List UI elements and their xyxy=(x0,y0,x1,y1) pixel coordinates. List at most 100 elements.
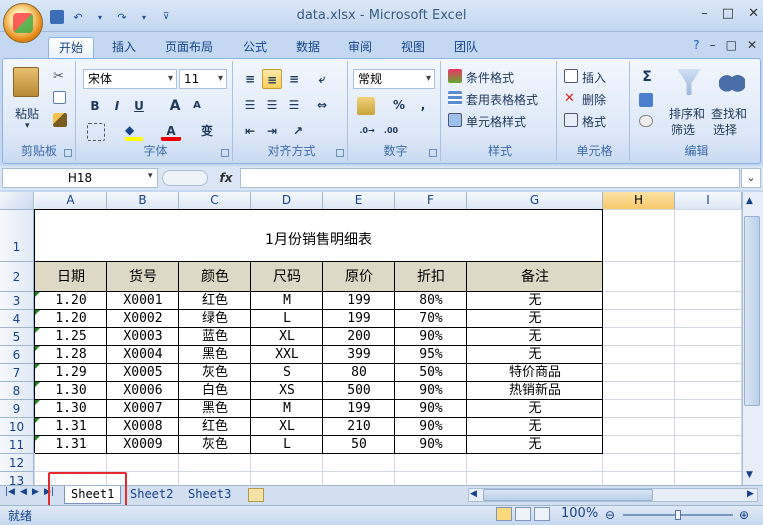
table-cell[interactable]: 1.29 xyxy=(35,364,107,382)
tab-review[interactable]: 审阅 xyxy=(338,37,382,58)
copy-icon[interactable] xyxy=(53,91,66,104)
row-header[interactable]: 4 xyxy=(0,310,34,328)
column-header[interactable]: H xyxy=(603,192,675,210)
sort-filter-button[interactable]: 排序和 xyxy=(669,105,705,122)
table-cell[interactable]: 90% xyxy=(395,400,467,418)
page-layout-view-button[interactable] xyxy=(515,507,531,521)
find-select-icon[interactable] xyxy=(719,69,745,93)
table-cell[interactable]: 无 xyxy=(467,436,603,454)
tab-home[interactable]: 开始 xyxy=(48,37,95,58)
table-cell[interactable]: 80% xyxy=(395,292,467,310)
insert-sheet-icon[interactable] xyxy=(248,488,264,502)
table-cell[interactable]: 50 xyxy=(323,436,395,454)
table-cell[interactable]: 1.30 xyxy=(35,400,107,418)
table-cell[interactable]: 90% xyxy=(395,418,467,436)
table-cell[interactable]: 灰色 xyxy=(179,364,251,382)
phonetic-button[interactable]: 变 xyxy=(197,121,217,141)
table-cell[interactable]: 1.20 xyxy=(35,310,107,328)
table-header-cell[interactable]: 颜色 xyxy=(179,262,251,292)
fill-icon[interactable] xyxy=(639,93,653,107)
format-as-table-button[interactable]: 套用表格格式 xyxy=(466,91,538,108)
italic-button[interactable]: I xyxy=(107,96,127,116)
name-box-dropdown-icon[interactable]: ▾ xyxy=(148,171,153,181)
row-header[interactable]: 10 xyxy=(0,418,34,436)
restore-workbook-button[interactable]: □ xyxy=(726,38,737,52)
comma-button[interactable]: , xyxy=(413,95,433,115)
table-cell[interactable]: 无 xyxy=(467,292,603,310)
format-as-table-icon[interactable] xyxy=(448,91,462,105)
prev-sheet-icon[interactable]: ◀ xyxy=(20,487,27,497)
table-cell[interactable]: 200 xyxy=(323,328,395,346)
cut-icon[interactable]: ✂ xyxy=(53,69,71,87)
row-header[interactable]: 3 xyxy=(0,292,34,310)
close-workbook-button[interactable]: ✕ xyxy=(747,38,757,52)
sheet-tab-sheet2[interactable]: Sheet2 xyxy=(124,486,179,504)
bold-button[interactable]: B xyxy=(85,96,105,116)
grow-font-button[interactable]: A xyxy=(165,96,185,116)
row-header[interactable]: 7 xyxy=(0,364,34,382)
table-cell[interactable]: 50% xyxy=(395,364,467,382)
table-cell[interactable]: X0005 xyxy=(107,364,179,382)
formula-input[interactable] xyxy=(240,168,740,188)
shrink-font-button[interactable]: A xyxy=(187,96,207,116)
table-header-cell[interactable]: 尺码 xyxy=(251,262,323,292)
cell-styles-icon[interactable] xyxy=(448,113,462,127)
table-cell[interactable]: X0004 xyxy=(107,346,179,364)
sort-filter-button-line2[interactable]: 筛选 xyxy=(671,121,695,138)
conditional-format-icon[interactable] xyxy=(448,69,462,83)
table-cell[interactable]: XL xyxy=(251,418,323,436)
insert-button[interactable]: 插入 xyxy=(582,69,606,86)
column-header[interactable]: A xyxy=(35,192,107,210)
tab-team[interactable]: 团队 xyxy=(444,37,488,58)
next-sheet-icon[interactable]: ▶ xyxy=(32,487,39,497)
first-sheet-icon[interactable]: |◀ xyxy=(5,487,15,497)
row-header[interactable]: 13 xyxy=(0,472,34,485)
formula-bar-resize-handle[interactable] xyxy=(162,170,208,186)
row-header[interactable]: 8 xyxy=(0,382,34,400)
row-header[interactable]: 12 xyxy=(0,454,34,472)
table-cell[interactable]: 红色 xyxy=(179,292,251,310)
scroll-up-icon[interactable]: ▲ xyxy=(746,196,753,206)
table-cell[interactable]: L xyxy=(251,310,323,328)
merge-center-icon[interactable]: ⇔ xyxy=(312,95,332,115)
orientation-icon[interactable]: ↗ xyxy=(288,121,308,141)
number-format-select[interactable]: 常规 xyxy=(353,69,435,89)
dialog-launcher-icon[interactable] xyxy=(221,149,229,157)
align-middle-icon[interactable]: ≡ xyxy=(262,69,282,89)
table-cell[interactable]: 无 xyxy=(467,328,603,346)
row-header[interactable]: 1 xyxy=(0,210,34,262)
increase-decimal-icon[interactable]: .0→ xyxy=(357,121,377,141)
table-cell[interactable]: 70% xyxy=(395,310,467,328)
tab-view[interactable]: 视图 xyxy=(391,37,435,58)
table-cell[interactable]: 199 xyxy=(323,292,395,310)
table-cell[interactable]: 95% xyxy=(395,346,467,364)
sort-filter-icon[interactable] xyxy=(677,69,701,95)
table-header-cell[interactable]: 备注 xyxy=(467,262,603,292)
table-cell[interactable]: 210 xyxy=(323,418,395,436)
conditional-format-button[interactable]: 条件格式 xyxy=(466,69,514,86)
dialog-launcher-icon[interactable] xyxy=(336,149,344,157)
scroll-down-icon[interactable]: ▼ xyxy=(746,470,753,480)
table-cell[interactable]: 1.31 xyxy=(35,418,107,436)
table-cell[interactable]: 1.25 xyxy=(35,328,107,346)
table-header-cell[interactable]: 折扣 xyxy=(395,262,467,292)
table-cell[interactable]: S xyxy=(251,364,323,382)
percent-button[interactable]: % xyxy=(389,95,409,115)
format-cells-icon[interactable] xyxy=(564,113,578,127)
tab-data[interactable]: 数据 xyxy=(286,37,330,58)
page-break-view-button[interactable] xyxy=(534,507,550,521)
horizontal-scroll-thumb[interactable] xyxy=(483,489,653,501)
column-header[interactable]: D xyxy=(251,192,323,210)
table-header-cell[interactable]: 货号 xyxy=(107,262,179,292)
table-cell[interactable]: X0003 xyxy=(107,328,179,346)
align-right-icon[interactable]: ☰ xyxy=(284,95,304,115)
table-cell[interactable]: 500 xyxy=(323,382,395,400)
sheet-tab-sheet3[interactable]: Sheet3 xyxy=(182,486,237,504)
normal-view-button[interactable] xyxy=(496,507,512,521)
table-cell[interactable]: 无 xyxy=(467,346,603,364)
zoom-slider[interactable]: ⊖ ⊕ xyxy=(605,508,755,522)
row-header[interactable]: 9 xyxy=(0,400,34,418)
table-header-cell[interactable]: 日期 xyxy=(35,262,107,292)
column-header[interactable]: G xyxy=(467,192,603,210)
format-painter-icon[interactable] xyxy=(53,113,67,127)
